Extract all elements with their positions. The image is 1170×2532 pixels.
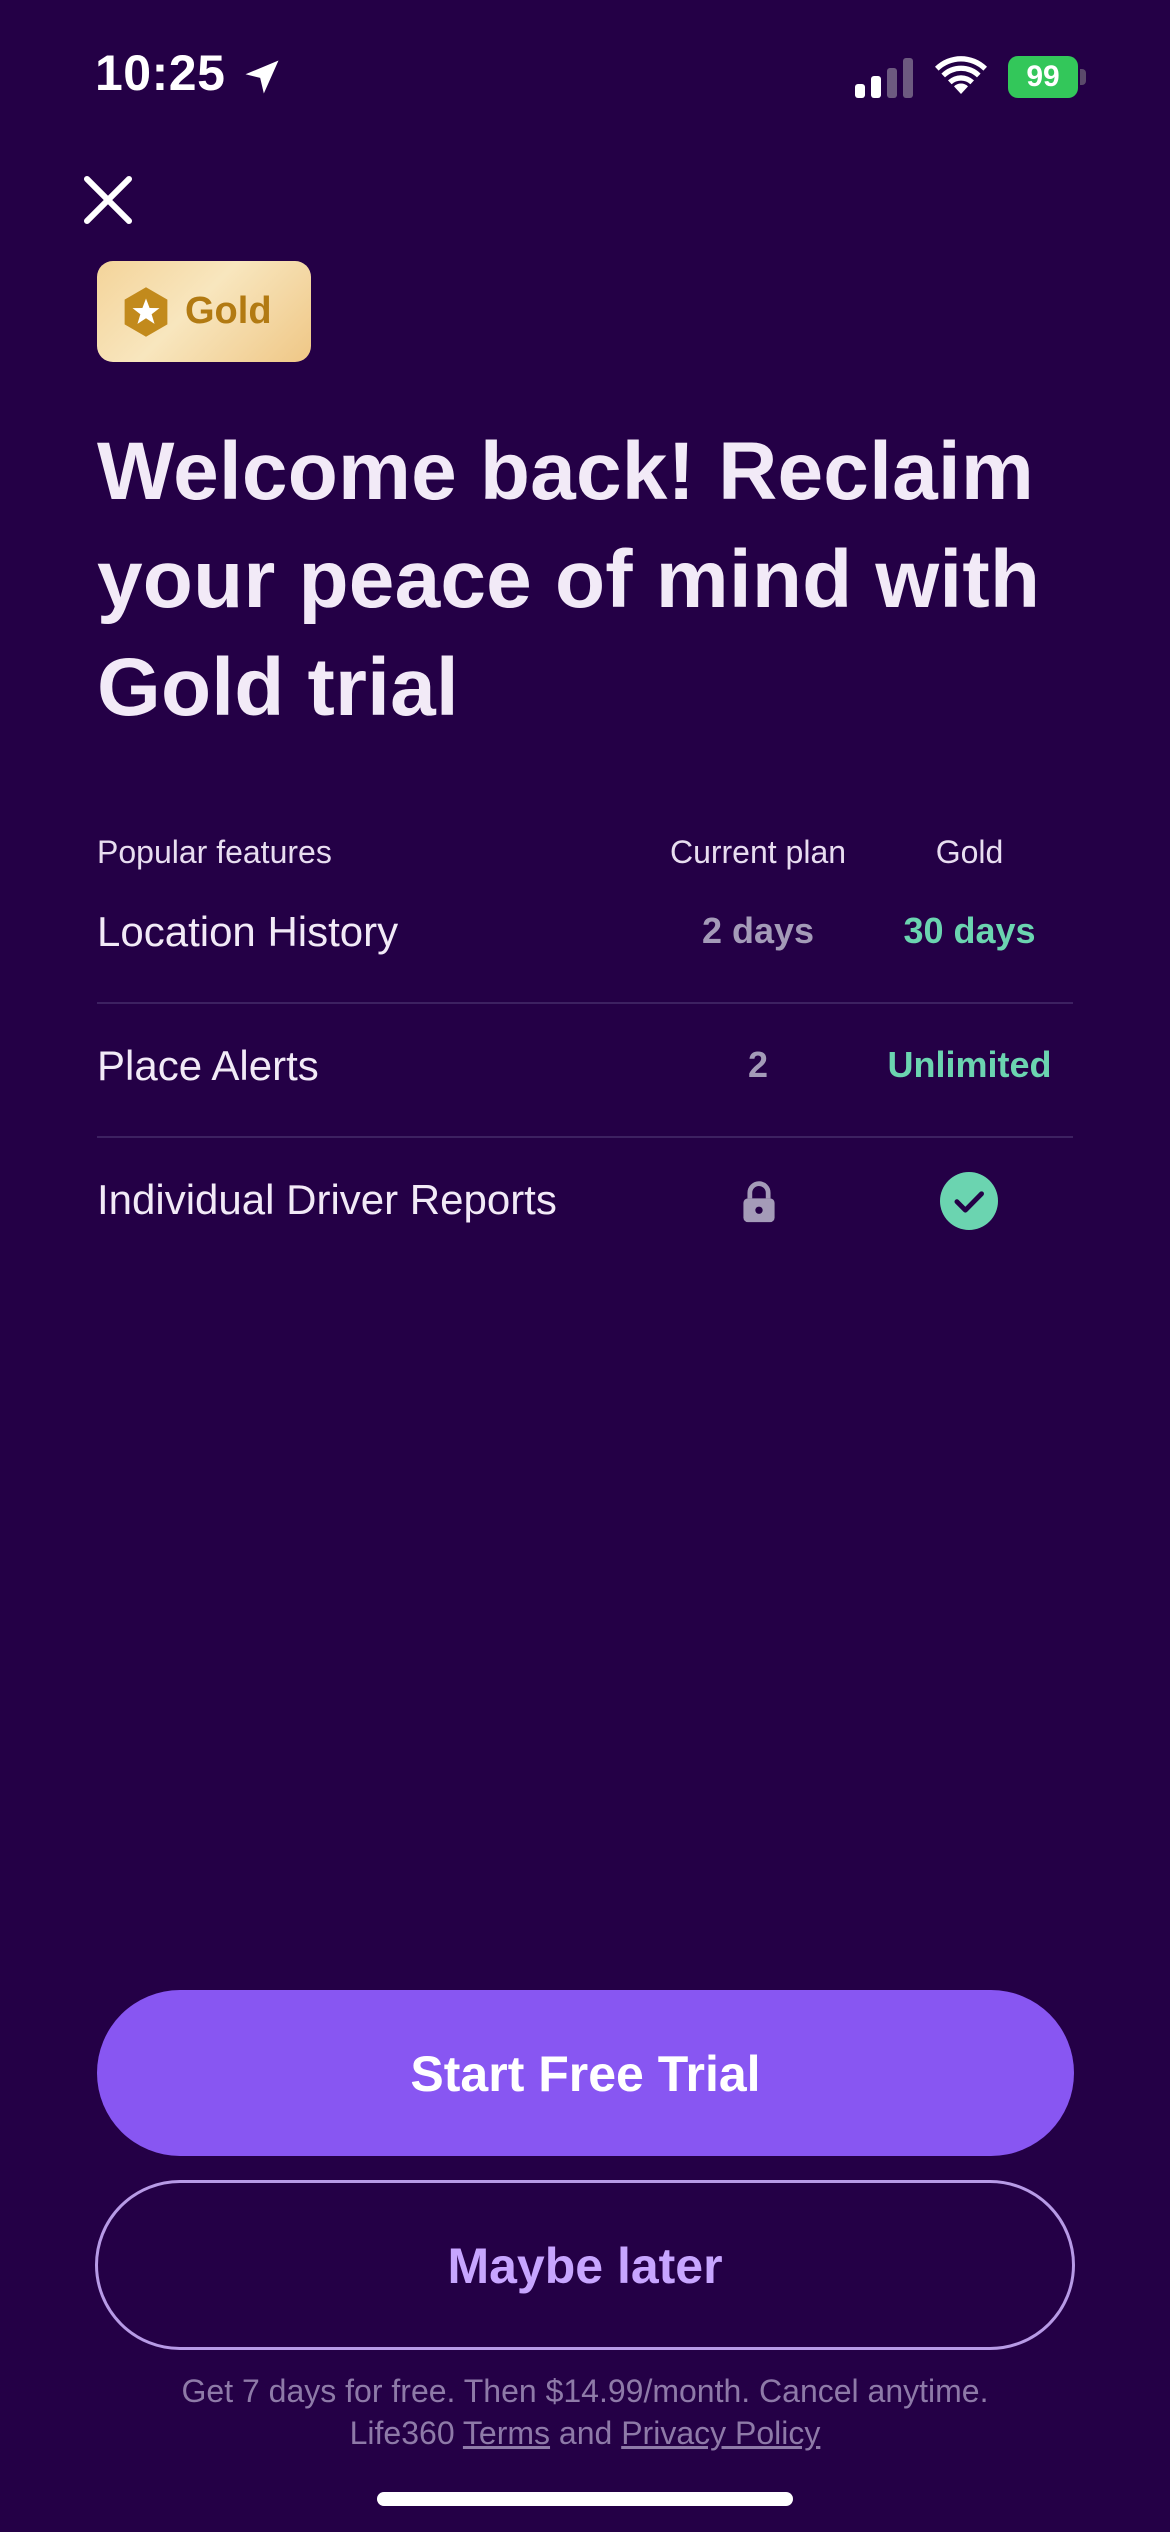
header-gold: Gold (935, 834, 1004, 870)
check-circle-icon (940, 1172, 998, 1230)
home-indicator[interactable] (377, 2492, 793, 2506)
brand-text: Life360 (349, 2415, 455, 2451)
gold-plan-value: 30 days (903, 910, 1036, 951)
legal-links-line: Life360 Terms and Privacy Policy (0, 2412, 1170, 2454)
battery-cap (1080, 69, 1086, 85)
status-bar: 10:25 99 (0, 0, 1170, 150)
page-title: Welcome back! Reclaim your peace of mind… (97, 426, 1041, 733)
gold-plan-value: Unlimited (887, 1044, 1052, 1085)
table-row: Place Alerts 2 Unlimited (97, 1004, 1073, 1138)
header-current-plan: Current plan (669, 834, 847, 870)
feature-name: Individual Driver Reports (97, 1176, 557, 1223)
feature-name: Place Alerts (97, 1042, 319, 1089)
cellular-signal-icon (855, 58, 913, 98)
gold-badge: Gold (97, 261, 311, 362)
maybe-later-button[interactable]: Maybe later (95, 2180, 1075, 2350)
header-features: Popular features (97, 834, 332, 870)
feature-comparison-table: Popular features Current plan Gold Locat… (97, 820, 1073, 1272)
and-text: and (558, 2415, 613, 2451)
current-plan-value: 2 (747, 1044, 769, 1085)
legal-footer: Get 7 days for free. Then $14.99/month. … (0, 2370, 1170, 2454)
badge-label: Gold (185, 290, 272, 332)
current-plan-value: 2 days (701, 910, 815, 951)
privacy-policy-link[interactable]: Privacy Policy (621, 2415, 820, 2451)
wifi-icon (935, 56, 987, 94)
status-time: 10:25 (95, 45, 226, 101)
terms-link[interactable]: Terms (463, 2415, 550, 2451)
table-row: Location History 2 days 30 days (97, 890, 1073, 1004)
trial-terms-text: Get 7 days for free. Then $14.99/month. … (181, 2373, 989, 2409)
start-free-trial-button[interactable]: Start Free Trial (97, 1990, 1074, 2156)
lock-icon (743, 1181, 775, 1223)
feature-name: Location History (97, 908, 399, 955)
table-row: Individual Driver Reports (97, 1138, 1073, 1272)
battery-level: 99 (1008, 56, 1078, 98)
location-arrow-icon (245, 60, 279, 94)
table-header: Popular features Current plan Gold (97, 820, 1073, 890)
battery-icon: 99 (1008, 56, 1086, 98)
close-icon[interactable] (80, 172, 136, 228)
star-hexagon-icon (124, 287, 168, 337)
